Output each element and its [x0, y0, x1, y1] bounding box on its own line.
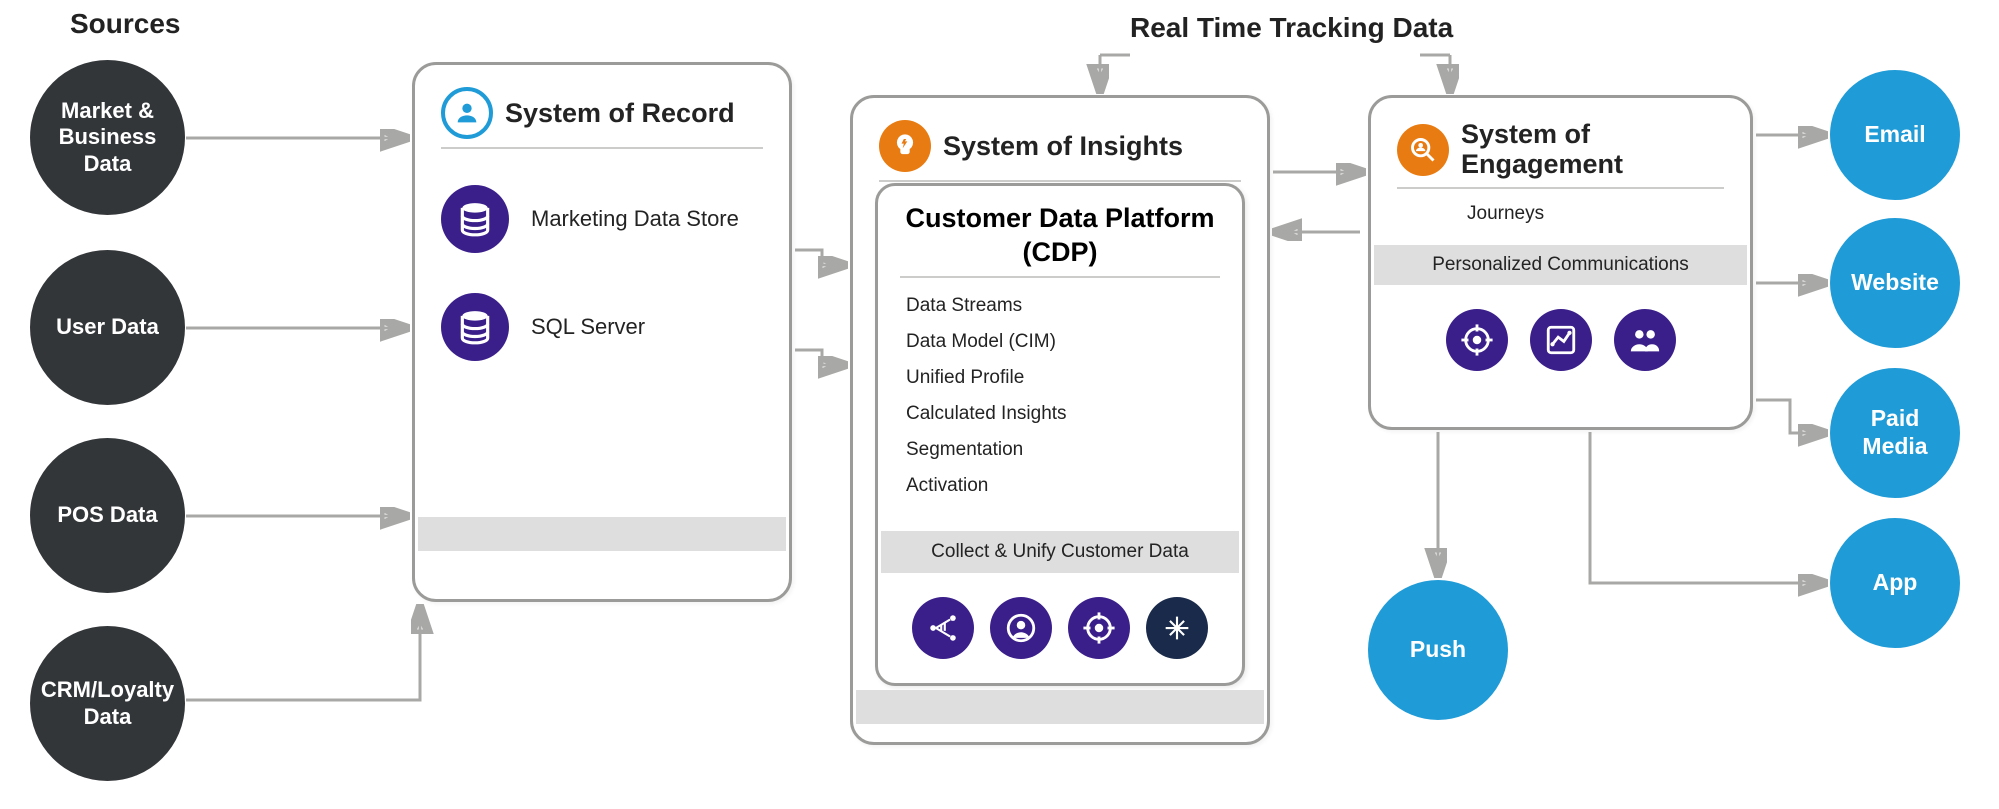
channel-email: Email: [1830, 70, 1960, 200]
record-item-mds: Marketing Data Store: [531, 206, 739, 232]
cdp-feature-list: Data Streams Data Model (CIM) Unified Pr…: [878, 278, 1242, 514]
target-icon: [1446, 309, 1508, 371]
magnify-user-icon: [1397, 124, 1449, 176]
cdp-box: Customer Data Platform (CDP) Data Stream…: [875, 183, 1245, 686]
connect-icon: [912, 597, 974, 659]
system-of-insights-box: System of Insights Customer Data Platfor…: [850, 95, 1270, 745]
sparkle-icon: [1146, 597, 1208, 659]
profile-icon: [990, 597, 1052, 659]
database-icon: [441, 293, 509, 361]
database-icon: [441, 185, 509, 253]
record-title: System of Record: [505, 98, 735, 129]
people-icon: [1614, 309, 1676, 371]
target-icon: [1068, 597, 1130, 659]
channel-paid-media: Paid Media: [1830, 368, 1960, 498]
engagement-title: System of Engagement: [1461, 120, 1724, 179]
source-market-business: Market & Business Data: [30, 60, 185, 215]
source-user-data: User Data: [30, 250, 185, 405]
cdp-title: Customer Data Platform (CDP): [878, 186, 1242, 276]
engagement-subtitle: Journeys: [1371, 189, 1750, 235]
engagement-band: Personalized Communications: [1374, 245, 1747, 285]
source-crm-loyalty: CRM/Loyalty Data: [30, 626, 185, 781]
system-of-record-box: System of Record Marketing Data Store SQ…: [412, 62, 792, 602]
cdp-band: Collect & Unify Customer Data: [881, 531, 1239, 573]
record-band: [418, 517, 786, 551]
sources-heading: Sources: [70, 8, 181, 40]
channel-website: Website: [1830, 218, 1960, 348]
channel-push: Push: [1368, 580, 1508, 720]
record-item-sql: SQL Server: [531, 314, 645, 340]
channel-app: App: [1830, 518, 1960, 648]
lightbulb-icon: [879, 120, 931, 172]
insights-outer-band: [856, 690, 1264, 724]
system-of-engagement-box: System of Engagement Journeys Personaliz…: [1368, 95, 1753, 430]
tracking-label: Real Time Tracking Data: [1130, 12, 1453, 44]
source-pos-data: POS Data: [30, 438, 185, 593]
user-circle-icon: [441, 87, 493, 139]
chart-icon: [1530, 309, 1592, 371]
insights-title: System of Insights: [943, 131, 1183, 162]
